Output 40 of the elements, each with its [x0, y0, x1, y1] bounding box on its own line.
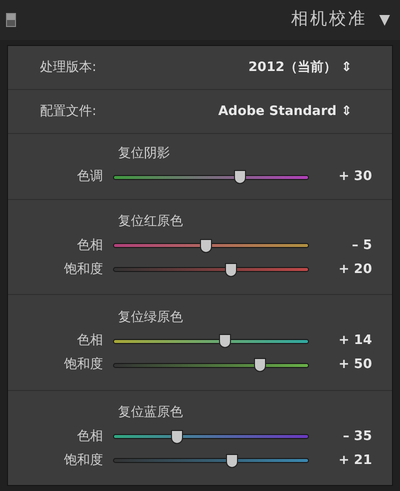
- slider-value: – 35: [342, 428, 373, 446]
- dropdown[interactable]: Adobe Standard ⇕: [218, 102, 352, 122]
- section-title: 复位阴影: [117, 144, 171, 163]
- field-label: 配置文件:: [39, 102, 96, 121]
- field-label: 处理版本:: [39, 58, 96, 77]
- slider-label: 色相: [76, 332, 104, 350]
- panel-header[interactable]: 相机校准 ▼: [0, 0, 400, 40]
- slider[interactable]: [113, 428, 309, 445]
- slider[interactable]: [113, 262, 309, 278]
- slider-value: + 20: [337, 260, 373, 279]
- section-title: 复位蓝原色: [117, 404, 184, 422]
- slider-label: 色调: [76, 168, 104, 186]
- slider-value: + 50: [337, 356, 373, 374]
- slider-label: 饱和度: [63, 356, 104, 374]
- slider-value: + 21: [337, 452, 373, 470]
- slider[interactable]: [113, 357, 309, 374]
- slider[interactable]: [113, 333, 309, 350]
- slider-thumb[interactable]: [200, 238, 212, 253]
- slider[interactable]: [113, 238, 309, 254]
- slider-thumb[interactable]: [234, 170, 246, 184]
- slider-value: + 14: [337, 332, 373, 350]
- toggle-icon[interactable]: [6, 13, 16, 27]
- slider-thumb[interactable]: [218, 334, 231, 348]
- dropdown[interactable]: 2012（当前） ⇕: [248, 58, 352, 78]
- slider-thumb[interactable]: [254, 358, 266, 372]
- slider-value: + 30: [337, 168, 373, 186]
- slider-thumb[interactable]: [170, 430, 183, 444]
- collapse-icon[interactable]: ▼: [379, 10, 390, 30]
- section-title: 复位红原色: [117, 213, 184, 232]
- section-title: 复位绿原色: [117, 308, 184, 327]
- slider-thumb[interactable]: [224, 262, 237, 277]
- slider-label: 色相: [76, 236, 104, 255]
- slider-value: – 5: [350, 236, 373, 255]
- slider-label: 色相: [76, 428, 104, 446]
- slider-thumb[interactable]: [226, 454, 238, 468]
- slider[interactable]: [113, 452, 309, 469]
- slider[interactable]: [113, 169, 309, 186]
- slider-label: 饱和度: [63, 260, 104, 279]
- panel-title: 相机校准: [291, 8, 368, 32]
- slider-label: 饱和度: [63, 452, 104, 470]
